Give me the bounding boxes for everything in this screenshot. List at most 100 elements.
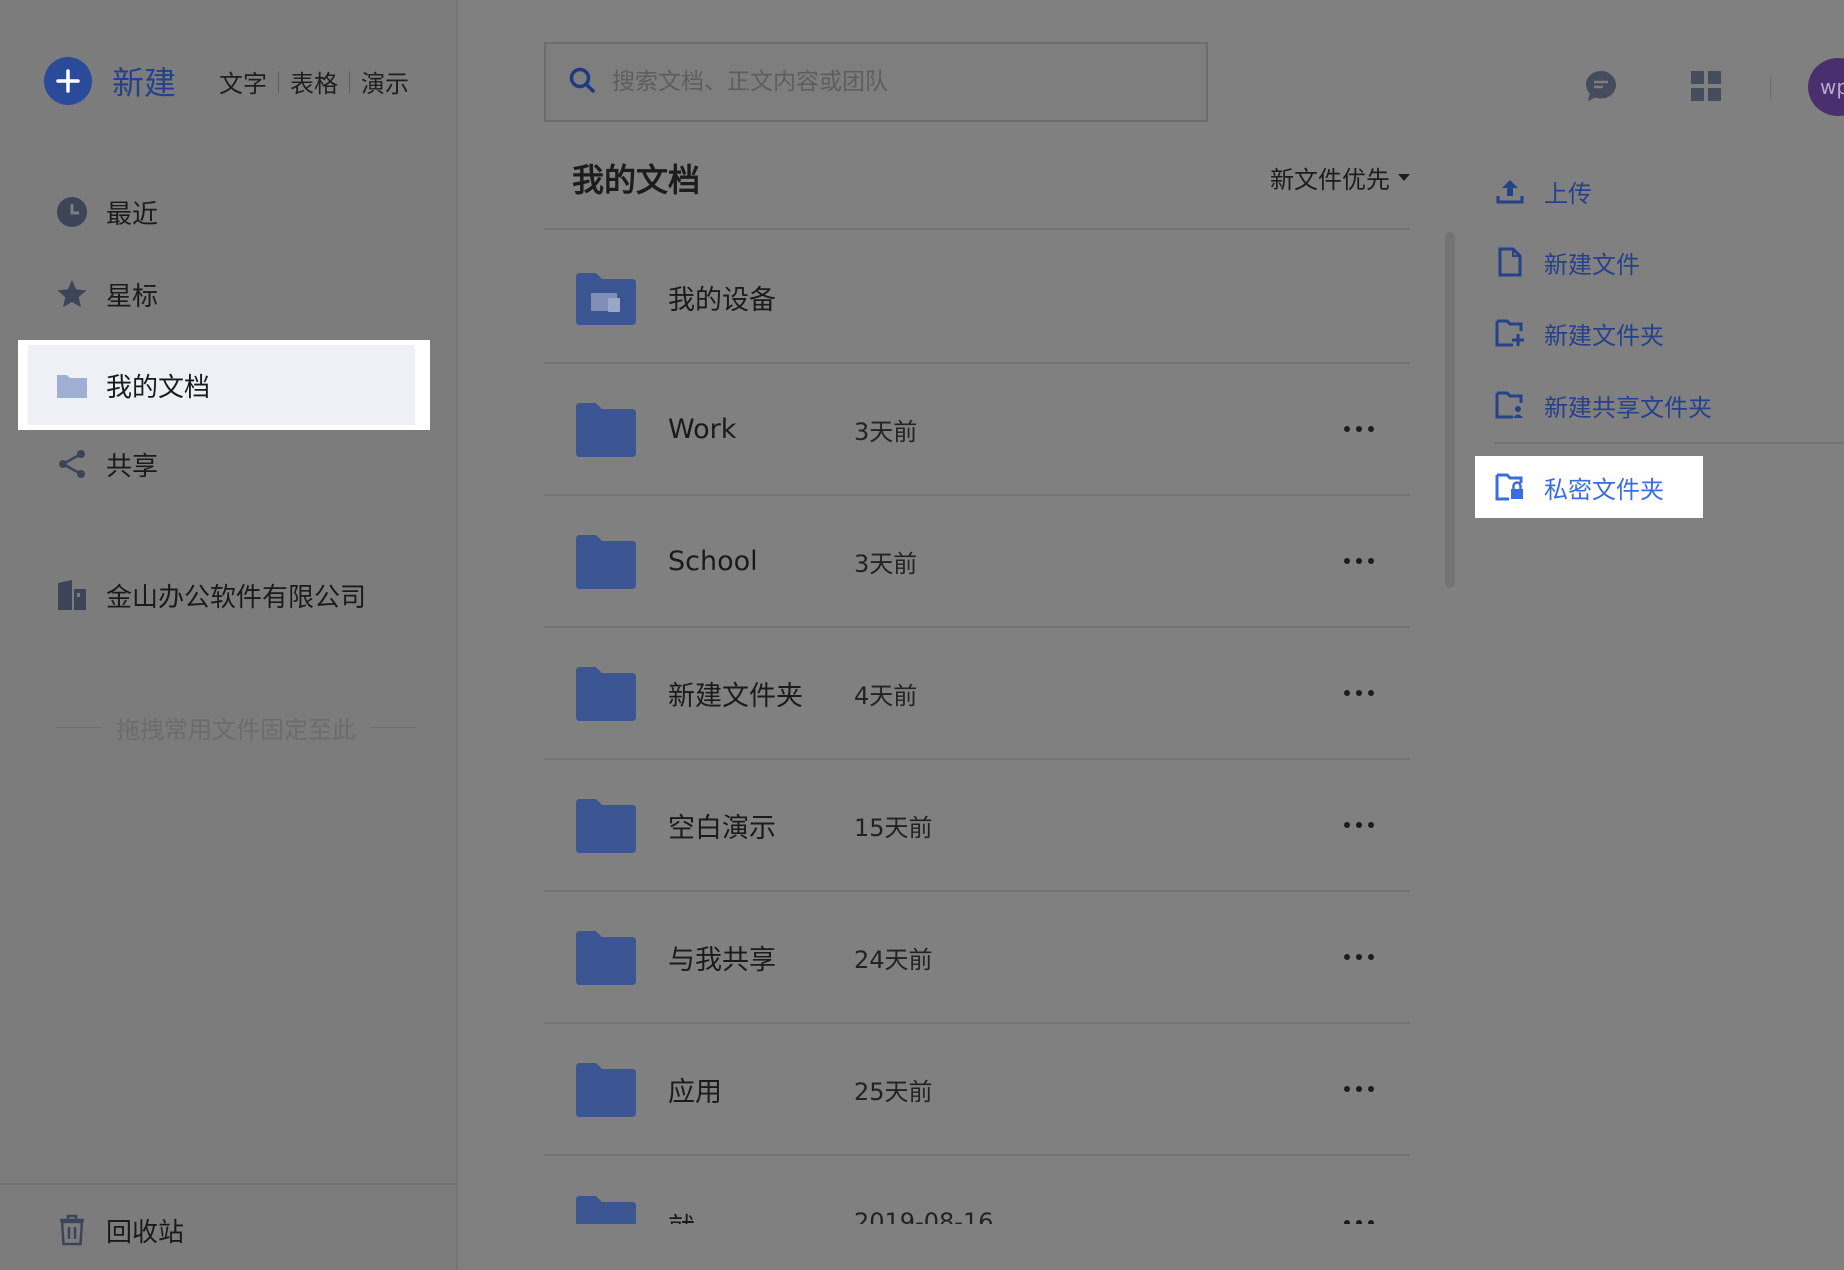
private-folder-icon xyxy=(1494,471,1526,503)
trash-icon xyxy=(55,1213,89,1247)
apps-button[interactable] xyxy=(1690,68,1722,108)
share-icon xyxy=(55,447,89,481)
new-label: 新建 xyxy=(112,64,177,102)
caret-down-icon xyxy=(1398,174,1410,181)
item-time: 3天前 xyxy=(854,417,918,446)
item-name: School xyxy=(668,545,758,577)
folder-icon xyxy=(576,799,636,853)
new-sheet-link[interactable]: 表格 xyxy=(290,64,338,99)
sidebar-item-starred[interactable]: 星标 xyxy=(28,253,414,335)
clock-icon xyxy=(55,195,89,229)
folder-icon xyxy=(576,403,636,457)
item-name: 与我共享 xyxy=(668,944,776,976)
divider xyxy=(278,70,279,93)
sidebar-item-my-docs[interactable]: 我的文档 xyxy=(18,340,430,430)
item-name: 应用 xyxy=(668,1076,722,1108)
sort-dropdown[interactable]: 新文件优先 xyxy=(1270,160,1410,195)
sidebar-item-active-bg: 我的文档 xyxy=(28,345,415,425)
action-label: 新建共享文件夹 xyxy=(1544,393,1712,422)
more-options-icon[interactable] xyxy=(1344,426,1374,432)
sidebar-item-label: 星标 xyxy=(106,281,159,312)
sidebar-item-label: 共享 xyxy=(106,451,159,482)
sidebar-item-label: 我的文档 xyxy=(106,372,211,403)
new-folder-icon xyxy=(1494,317,1526,349)
item-time: 25天前 xyxy=(854,1077,933,1106)
upload-icon xyxy=(1494,175,1526,207)
folder-icon xyxy=(576,667,636,721)
list-item[interactable]: School 3天前 xyxy=(544,496,1410,628)
divider xyxy=(370,727,416,728)
avatar-text: wp xyxy=(1820,75,1844,99)
item-time: 3天前 xyxy=(854,549,918,578)
more-options-icon[interactable] xyxy=(1344,1220,1374,1224)
action-label: 新建文件 xyxy=(1544,250,1640,279)
item-time: 15天前 xyxy=(854,813,933,842)
list-header: 我的文档 新文件优先 xyxy=(544,150,1410,230)
search-icon xyxy=(568,66,596,98)
sidebar: 新建 文字 表格 演示 最近 星标 我的文档 共享 金山办公软件有限公司 拖拽常… xyxy=(0,0,458,1270)
item-name: Work xyxy=(668,413,737,445)
divider xyxy=(1770,76,1771,100)
building-icon xyxy=(55,578,89,612)
device-folder-icon xyxy=(576,271,636,325)
app-window: 新建 文字 表格 演示 最近 星标 我的文档 共享 金山办公软件有限公司 拖拽常… xyxy=(0,0,1844,1270)
chat-bubble-icon xyxy=(1584,69,1618,107)
sidebar-item-label: 最近 xyxy=(106,199,159,230)
new-file-icon xyxy=(1494,246,1526,278)
more-options-icon[interactable] xyxy=(1344,822,1374,828)
new-file-button[interactable]: 新建文件 xyxy=(1494,239,1640,285)
new-shared-folder-button[interactable]: 新建共享文件夹 xyxy=(1494,382,1712,428)
sidebar-item-label: 金山办公软件有限公司 xyxy=(106,582,367,613)
star-icon xyxy=(55,277,89,311)
trash-bar: 回收站 xyxy=(0,1183,458,1270)
more-options-icon[interactable] xyxy=(1344,954,1374,960)
item-time: 24天前 xyxy=(854,945,933,974)
grid-icon xyxy=(1690,70,1722,106)
sidebar-item-trash[interactable]: 回收站 xyxy=(28,1189,414,1270)
new-slides-link[interactable]: 演示 xyxy=(361,64,409,99)
list-item[interactable]: 应用 25天前 xyxy=(544,1024,1410,1156)
item-name: 新建文件夹 xyxy=(668,680,803,712)
list-item[interactable]: 与我共享 24天前 xyxy=(544,892,1410,1024)
action-label: 私密文件夹 xyxy=(1544,475,1664,504)
list-item[interactable]: 空白演示 15天前 xyxy=(544,760,1410,892)
new-type-links: 文字 表格 演示 xyxy=(219,64,409,99)
list-item[interactable]: 新建文件夹 4天前 xyxy=(544,628,1410,760)
new-folder-button[interactable]: 新建文件夹 xyxy=(1494,310,1664,356)
folder-icon xyxy=(576,931,636,985)
upload-button[interactable]: 上传 xyxy=(1494,168,1592,214)
plus-icon xyxy=(44,57,92,105)
new-button[interactable]: 新建 xyxy=(44,56,176,106)
divider xyxy=(56,727,102,728)
item-name: 我的设备 xyxy=(668,284,776,316)
sidebar-item-shared[interactable]: 共享 xyxy=(28,423,414,505)
scrollbar[interactable] xyxy=(1445,232,1455,588)
item-time: 2019-08-16 xyxy=(854,1208,994,1224)
list-item[interactable]: Work 3天前 xyxy=(544,364,1410,496)
file-list: 我的设备 Work 3天前 School 3天前 新建文件夹 4天前 空白演示 … xyxy=(544,232,1410,1224)
item-time: 4天前 xyxy=(854,681,918,710)
more-options-icon[interactable] xyxy=(1344,558,1374,564)
sidebar-item-organization[interactable]: 金山办公软件有限公司 xyxy=(28,554,414,636)
sidebar-item-recent[interactable]: 最近 xyxy=(28,171,414,253)
new-doc-link[interactable]: 文字 xyxy=(219,64,267,99)
folder-icon xyxy=(55,368,89,402)
list-item[interactable]: 就 2019-08-16 xyxy=(544,1156,1410,1224)
search-box[interactable] xyxy=(544,42,1208,122)
private-folder-button[interactable]: 私密文件夹 xyxy=(1494,464,1664,510)
search-input[interactable] xyxy=(612,69,1206,95)
action-label: 上传 xyxy=(1544,179,1592,208)
folder-icon xyxy=(576,1063,636,1117)
list-item[interactable]: 我的设备 xyxy=(544,232,1410,364)
more-options-icon[interactable] xyxy=(1344,690,1374,696)
folder-icon xyxy=(576,1196,636,1224)
sort-label: 新文件优先 xyxy=(1270,166,1390,194)
more-options-icon[interactable] xyxy=(1344,1086,1374,1092)
divider xyxy=(349,70,350,93)
message-button[interactable] xyxy=(1584,68,1618,108)
pin-drop-zone[interactable]: 拖拽常用文件固定至此 xyxy=(56,710,416,745)
item-name: 空白演示 xyxy=(668,812,776,844)
page-title: 我的文档 xyxy=(572,161,701,199)
avatar[interactable]: wp xyxy=(1808,58,1844,116)
folder-icon xyxy=(576,535,636,589)
